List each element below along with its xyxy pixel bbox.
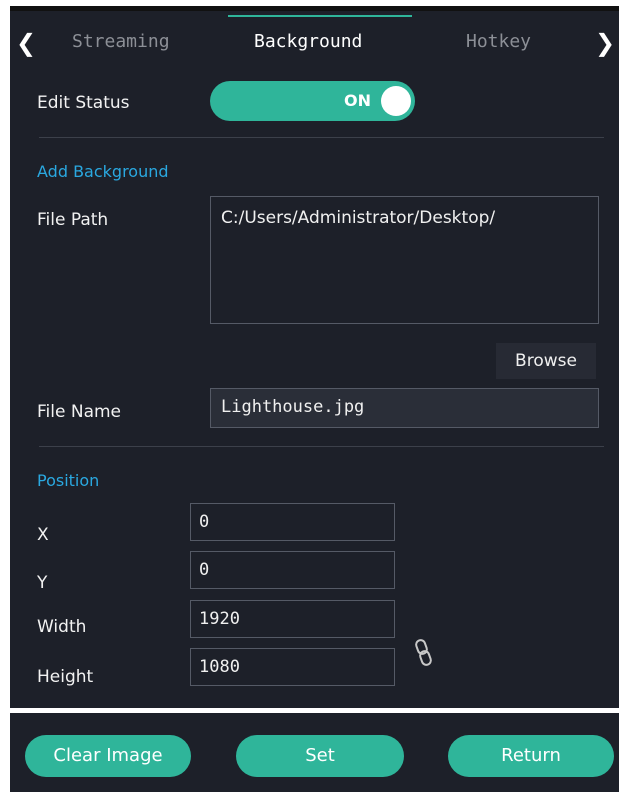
toggle-knob [381, 86, 411, 116]
width-input[interactable]: 1920 [190, 600, 395, 638]
file-path-label: File Path [37, 210, 109, 230]
file-name-value: Lighthouse.jpg [221, 397, 365, 417]
browse-button[interactable]: Browse [496, 343, 596, 379]
chain-link-icon[interactable] [414, 637, 434, 669]
tab-hotkey[interactable]: Hotkey [466, 31, 531, 52]
y-input[interactable]: 0 [190, 551, 395, 589]
divider [39, 137, 604, 138]
settings-panel: ❮ Streaming Background Hotkey ❯ Edit Sta… [10, 11, 619, 708]
action-footer: Clear Image Set Return [10, 713, 619, 792]
file-name-label: File Name [37, 402, 122, 422]
file-path-field[interactable]: C:/Users/Administrator/Desktop/ [210, 196, 599, 324]
x-label: X [37, 525, 49, 545]
y-label: Y [37, 573, 48, 593]
width-value: 1920 [199, 609, 240, 629]
edit-status-toggle[interactable]: ON [210, 81, 415, 121]
add-background-heading: Add Background [37, 162, 169, 181]
active-tab-indicator [228, 15, 412, 17]
clear-image-button[interactable]: Clear Image [25, 735, 191, 777]
height-input[interactable]: 1080 [190, 648, 395, 686]
tab-streaming[interactable]: Streaming [72, 31, 170, 52]
width-label: Width [37, 617, 87, 637]
toggle-state-text: ON [344, 91, 371, 110]
edit-status-label: Edit Status [37, 93, 130, 113]
return-button[interactable]: Return [448, 735, 614, 777]
x-input[interactable]: 0 [190, 503, 395, 541]
tab-background[interactable]: Background [254, 31, 362, 52]
y-value: 0 [199, 560, 210, 580]
x-value: 0 [199, 512, 210, 532]
next-tab-arrow-icon[interactable]: ❯ [595, 29, 615, 57]
height-value: 1080 [199, 657, 240, 677]
file-path-value: C:/Users/Administrator/Desktop/ [221, 208, 496, 228]
position-heading: Position [37, 471, 100, 490]
prev-tab-arrow-icon[interactable]: ❮ [16, 29, 36, 57]
tab-bar: ❮ Streaming Background Hotkey ❯ [10, 11, 619, 75]
height-label: Height [37, 667, 94, 687]
divider [39, 446, 604, 447]
file-name-field[interactable]: Lighthouse.jpg [210, 388, 599, 428]
set-button[interactable]: Set [236, 735, 404, 777]
